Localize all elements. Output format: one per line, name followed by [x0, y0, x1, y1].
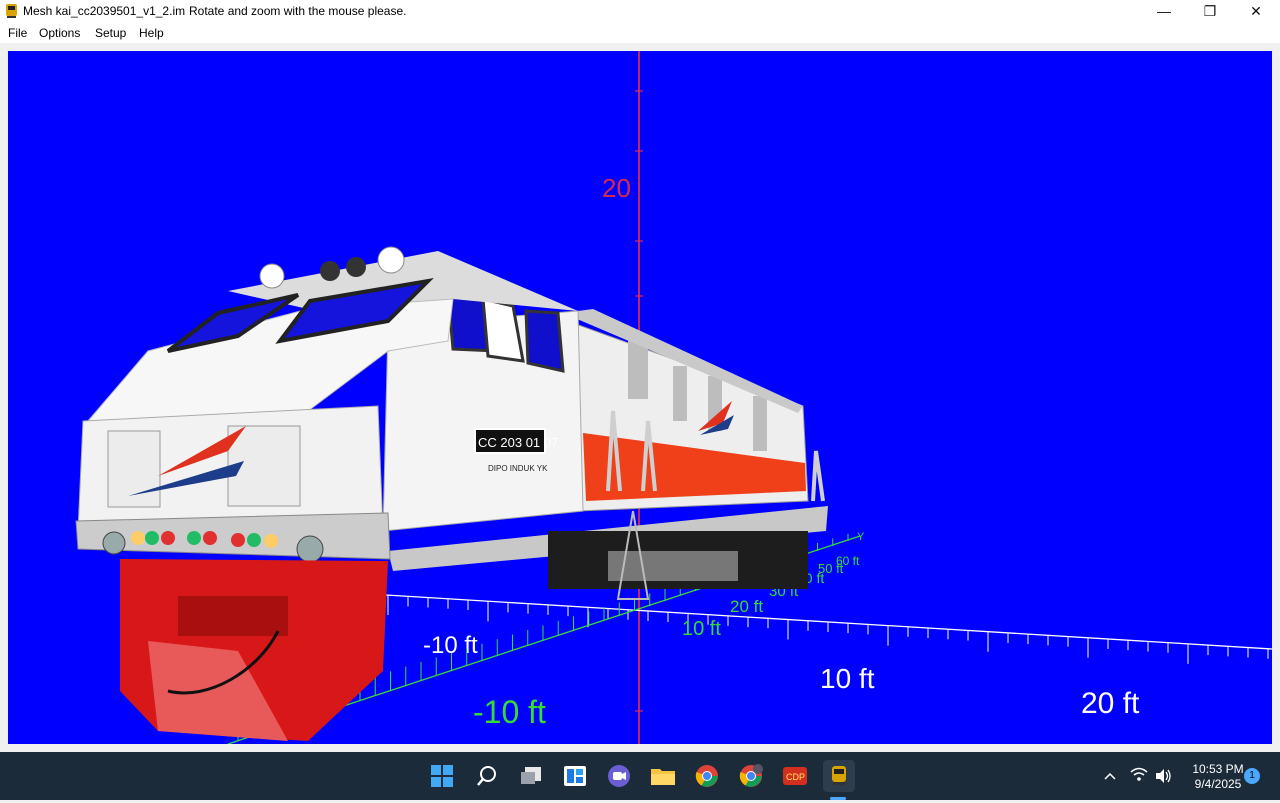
notification-badge[interactable]: 1 — [1244, 768, 1260, 784]
cdp-icon[interactable]: CDP — [779, 760, 811, 792]
taskbar-clock[interactable]: 10:53 PM 9/4/2025 — [1186, 762, 1250, 792]
taskbar: CDP 10:53 PM 9/4/2025 — [0, 752, 1280, 800]
file-explorer-icon[interactable] — [647, 760, 679, 792]
z-axis-label-20: 20 — [602, 173, 631, 203]
menu-help[interactable]: Help — [139, 26, 164, 40]
window-message: Rotate and zoom with the mouse please. — [189, 4, 407, 18]
x-axis-label-10: 10 ft — [820, 663, 875, 694]
train-sim-icon[interactable] — [823, 760, 855, 792]
y-axis-letter: Y — [857, 531, 865, 543]
chrome-icon[interactable] — [691, 760, 723, 792]
loco-depot-label: DIPO INDUK YK — [488, 464, 548, 473]
minimize-button[interactable]: — — [1141, 0, 1187, 22]
tray-chevron-icon[interactable] — [1102, 752, 1118, 800]
x-axis-label-20: 20 ft — [1081, 687, 1140, 720]
chrome-profile-icon[interactable] — [735, 760, 767, 792]
windows-start-icon[interactable] — [426, 760, 458, 792]
menu-options[interactable]: Options — [39, 26, 80, 40]
loco-number-plate: CC 203 01 07 — [478, 435, 558, 450]
x-axis — [385, 594, 1272, 650]
y-axis-label-60: 60 ft — [836, 554, 860, 568]
menu-file[interactable]: File — [8, 26, 27, 40]
volume-icon[interactable] — [1154, 752, 1172, 800]
svg-text:CDP: CDP — [786, 772, 805, 782]
wifi-icon[interactable] — [1130, 752, 1148, 800]
title-bar: Mesh kai_cc2039501_v1_2.im Rotate and zo… — [0, 0, 1280, 22]
y-axis-label-20: 20 ft — [730, 597, 763, 616]
y-axis-label-10: 10 ft — [682, 618, 721, 640]
task-view-icon[interactable] — [515, 760, 547, 792]
y-axis-label-neg10: -10 ft — [473, 694, 546, 730]
widgets-icon[interactable] — [559, 760, 591, 792]
maximize-button[interactable]: ❐ — [1187, 0, 1233, 22]
3d-viewport[interactable]: 20 -10 ft 10 ft 20 ft Y -10 ft 10 ft 20 … — [8, 51, 1272, 744]
clock-date: 9/4/2025 — [1194, 777, 1242, 791]
clock-time: 10:53 PM — [1192, 762, 1244, 776]
menu-bar: File Options Setup Help — [0, 22, 1280, 43]
search-icon[interactable] — [471, 760, 503, 792]
close-button[interactable]: ✕ — [1233, 0, 1279, 22]
meet-icon[interactable] — [603, 760, 635, 792]
menu-setup[interactable]: Setup — [95, 26, 126, 40]
window-title: Mesh kai_cc2039501_v1_2.im — [23, 4, 186, 18]
train-app-icon — [6, 4, 17, 18]
x-axis-label-neg10: -10 ft — [423, 632, 478, 659]
